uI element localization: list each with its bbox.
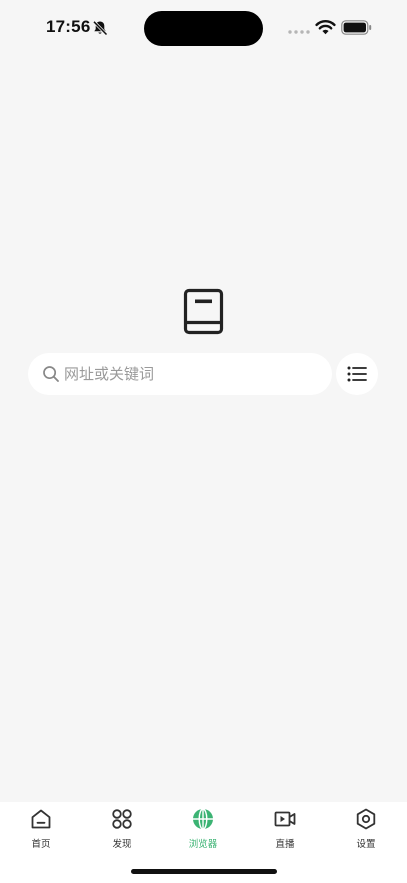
dynamic-island xyxy=(144,11,263,46)
bell-slash-icon xyxy=(92,20,108,36)
video-play-icon xyxy=(274,811,296,827)
home-indicator[interactable] xyxy=(131,869,277,874)
search-bar[interactable] xyxy=(28,353,332,395)
signal-dots-icon xyxy=(288,30,310,34)
search-input[interactable] xyxy=(64,365,304,383)
tab-discover[interactable]: 发现 xyxy=(87,808,157,854)
search-icon xyxy=(43,366,59,382)
tab-browser-label: 浏览器 xyxy=(188,839,218,850)
battery-icon xyxy=(341,20,372,35)
status-time: 17:56 xyxy=(46,17,91,36)
tab-live-label: 直播 xyxy=(275,839,295,850)
wifi-icon xyxy=(315,20,336,35)
book-icon xyxy=(183,288,224,335)
grid-icon xyxy=(112,809,132,829)
home-icon xyxy=(31,809,51,829)
tab-settings[interactable]: 设置 xyxy=(331,808,401,854)
bookmark-list-button[interactable] xyxy=(336,353,378,395)
gear-hexagon-icon xyxy=(356,808,376,830)
tab-home[interactable]: 首页 xyxy=(6,808,76,854)
tab-settings-label: 设置 xyxy=(356,839,376,850)
browser-screen: 17:56 网址或关键词 首页 发现 浏览器 直播 设置 xyxy=(0,0,407,883)
tab-home-label: 首页 xyxy=(31,839,51,850)
tab-live[interactable]: 直播 xyxy=(250,808,320,854)
globe-icon xyxy=(193,808,213,830)
tab-discover-label: 发现 xyxy=(112,839,132,850)
list-icon xyxy=(347,366,367,382)
tab-browser[interactable]: 浏览器 xyxy=(168,808,238,854)
